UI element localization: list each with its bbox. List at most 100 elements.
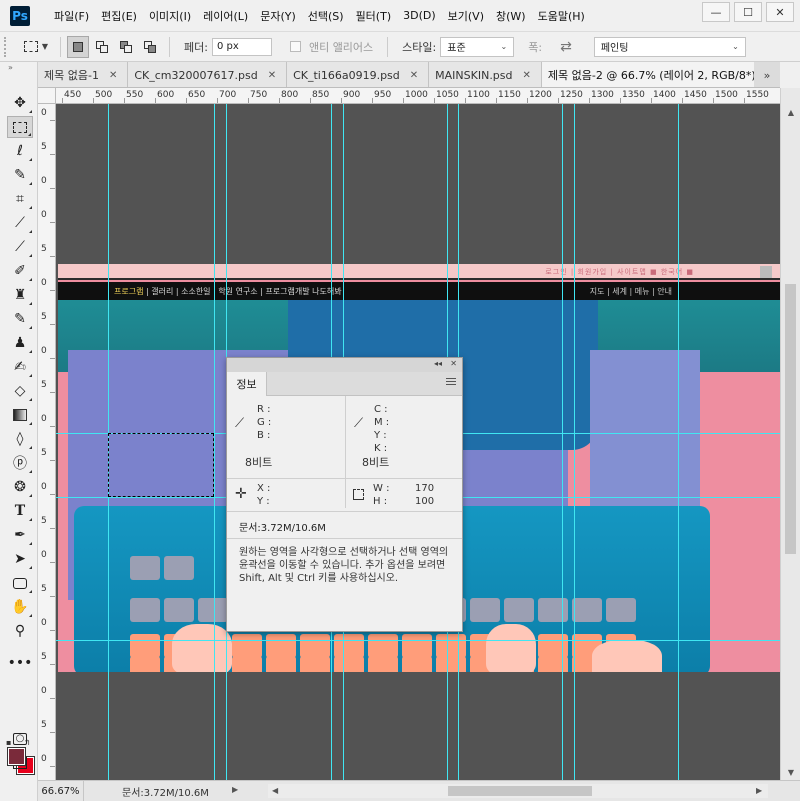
close-button[interactable]: ✕: [766, 2, 794, 22]
preset-select[interactable]: 페인팅 ⌄: [593, 36, 746, 57]
close-icon[interactable]: ✕: [410, 70, 418, 81]
maximize-button[interactable]: ☐: [734, 2, 762, 22]
eyedropper-icon[interactable]: ⟋: [354, 416, 363, 431]
status-menu-arrow-icon[interactable]: ▶: [232, 785, 238, 794]
selection-marquee[interactable]: [108, 433, 214, 497]
vertical-guide[interactable]: [214, 104, 215, 780]
scroll-down-icon[interactable]: ▼: [781, 764, 800, 780]
eyedropper-tool[interactable]: ⟋: [7, 212, 33, 234]
new-selection-button[interactable]: [67, 35, 89, 58]
close-panel-icon[interactable]: ✕: [450, 359, 457, 368]
menu-view[interactable]: 보기(V): [442, 8, 490, 24]
ruler-tick: [50, 732, 55, 733]
vertical-ruler[interactable]: 0 5 0 0 5 0 5 0 5 0 5 0 5 0 5 0 5 0 5 0: [38, 104, 56, 780]
close-icon[interactable]: ✕: [109, 70, 117, 81]
sponge-tool[interactable]: ❂: [7, 476, 33, 498]
vertical-guide[interactable]: [562, 104, 563, 780]
brush-tool[interactable]: ✐: [7, 260, 33, 282]
horizontal-scrollbar[interactable]: ◀ ▶: [268, 784, 768, 798]
tab-info[interactable]: 정보: [227, 372, 267, 396]
collapse-panel-icon[interactable]: ◂◂: [434, 359, 442, 368]
ruler-tick: [50, 664, 55, 665]
menu-3d[interactable]: 3D(D): [397, 9, 442, 22]
crop-tool[interactable]: ⌗: [7, 188, 33, 210]
eraser-tool[interactable]: ◇: [7, 380, 33, 402]
hand-tool[interactable]: ✋: [7, 596, 33, 618]
ruler-tick-label: 0: [41, 210, 47, 220]
quick-selection-tool[interactable]: ✎: [7, 164, 33, 186]
ruler-tick-label: 650: [188, 90, 206, 100]
art-brush-icon: ✍: [14, 359, 26, 375]
feather-input[interactable]: 0 px: [211, 37, 272, 56]
swap-width-height-icon[interactable]: ⇄: [560, 39, 572, 55]
history-brush-tool[interactable]: ✎: [7, 308, 33, 330]
tab-untitled-1[interactable]: 제목 없음-1 ✕: [38, 62, 129, 87]
vertical-guide[interactable]: [574, 104, 575, 780]
horizontal-scroll-thumb[interactable]: [448, 786, 592, 796]
scroll-right-icon[interactable]: ▶: [756, 786, 762, 795]
dodge-tool[interactable]: ⓟ: [7, 452, 33, 474]
divider: [60, 36, 61, 57]
ruler-origin[interactable]: [38, 88, 56, 104]
menu-type[interactable]: 문자(Y): [254, 8, 302, 24]
blur-tool[interactable]: ◊: [7, 428, 33, 450]
antialias-checkbox[interactable]: [289, 41, 301, 52]
ruler-tick-label: 0: [41, 550, 47, 560]
stamp-tool[interactable]: ♟: [7, 332, 33, 354]
horizontal-ruler[interactable]: 450 500 550 600 650 700 750 800 850 900 950 1000 105…: [38, 88, 780, 104]
quick-mask-button[interactable]: ○: [7, 728, 33, 750]
minimize-button[interactable]: —: [702, 2, 730, 22]
clone-stamp-icon: ♜: [13, 287, 27, 303]
gradient-tool[interactable]: [7, 404, 33, 426]
more-tabs-button[interactable]: »: [754, 62, 780, 87]
edit-toolbar-button[interactable]: •••: [7, 652, 33, 674]
close-icon[interactable]: ✕: [268, 70, 276, 81]
zoom-level[interactable]: 66.67%: [38, 781, 84, 801]
panel-menu-icon[interactable]: [446, 378, 456, 388]
vertical-guide[interactable]: [678, 104, 679, 780]
menu-help[interactable]: 도움말(H): [532, 8, 591, 24]
add-selection-button[interactable]: [91, 36, 113, 58]
tab-untitled-2[interactable]: 제목 없음-2 @ 66.7% (레이어 2, RGB/8*) *✕: [541, 62, 780, 87]
info-panel-header[interactable]: ◂◂ ✕: [227, 358, 462, 372]
vertical-scroll-thumb[interactable]: [785, 284, 796, 554]
menu-filter[interactable]: 필터(T): [350, 8, 398, 24]
pen-tool[interactable]: ✒: [7, 524, 33, 546]
rectangular-marquee-tool[interactable]: [7, 116, 33, 138]
scroll-up-icon[interactable]: ▲: [781, 104, 800, 120]
cmyk-bit-depth: 8비트: [362, 456, 390, 469]
healing-brush-tool[interactable]: ⟋: [7, 236, 33, 258]
ruler-tick: [62, 98, 63, 103]
close-icon[interactable]: ✕: [523, 70, 531, 81]
tab-ck-ti166a0919[interactable]: CK_ti166a0919.psd ✕: [287, 62, 430, 87]
tools-collapse-icon[interactable]: »: [0, 62, 37, 76]
vertical-scrollbar[interactable]: ▲ ▼: [780, 88, 800, 780]
eyedropper-icon[interactable]: ⟋: [235, 416, 244, 431]
lasso-tool[interactable]: ℓ: [7, 140, 33, 162]
subtract-selection-button[interactable]: [115, 36, 137, 58]
menu-window[interactable]: 창(W): [490, 8, 532, 24]
path-selection-tool[interactable]: ➤: [7, 548, 33, 570]
style-select[interactable]: 표준 ⌄: [440, 36, 515, 57]
subtract-selection-icon: [120, 40, 132, 53]
tab-ck-cm320007617[interactable]: CK_cm320007617.psd ✕: [128, 62, 288, 87]
menu-edit[interactable]: 편집(E): [95, 8, 143, 24]
tab-mainskin[interactable]: MAINSKIN.psd ✕: [429, 62, 542, 87]
type-tool[interactable]: T: [7, 500, 33, 522]
horizontal-guide[interactable]: [56, 640, 780, 641]
zoom-tool[interactable]: ⚲: [7, 620, 33, 642]
menu-image[interactable]: 이미지(I): [143, 8, 197, 24]
menu-file[interactable]: 파일(F): [48, 8, 95, 24]
art-history-brush-tool[interactable]: ✍: [7, 356, 33, 378]
menu-select[interactable]: 선택(S): [302, 8, 350, 24]
options-grip[interactable]: [4, 36, 10, 57]
history-brush-icon: ✎: [14, 311, 26, 327]
move-tool[interactable]: ✥: [7, 92, 33, 114]
scroll-left-icon[interactable]: ◀: [272, 786, 278, 795]
tool-preset-picker[interactable]: ▼: [18, 36, 54, 58]
shape-tool[interactable]: [7, 572, 33, 594]
clone-stamp-tool[interactable]: ♜: [7, 284, 33, 306]
foreground-color-swatch[interactable]: [7, 747, 26, 766]
intersect-selection-button[interactable]: [139, 36, 161, 58]
menu-layer[interactable]: 레이어(L): [197, 8, 254, 24]
